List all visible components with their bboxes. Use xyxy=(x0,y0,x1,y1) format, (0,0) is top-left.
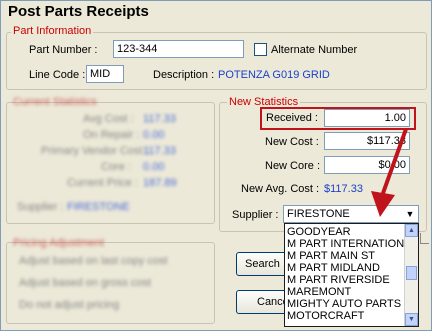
list-item[interactable]: M PART MIDLAND xyxy=(287,263,380,274)
post-parts-receipts-window: Post Parts Receipts Part Information Par… xyxy=(0,0,432,331)
list-item[interactable]: M PART MAIN ST xyxy=(287,251,375,262)
list-item[interactable]: MOTORCRAFT xyxy=(287,311,364,322)
list-item[interactable]: M PART INTERNATION xyxy=(287,239,404,250)
list-item[interactable]: MIGHTY AUTO PARTS xyxy=(287,299,401,310)
scroll-up-icon[interactable]: ▲ xyxy=(405,224,418,237)
list-item[interactable]: GOODYEAR xyxy=(287,227,351,238)
dropdown-scrollbar[interactable]: ▲ ▼ xyxy=(404,224,418,326)
arrow-head xyxy=(371,191,395,217)
arrow-shaft xyxy=(380,128,408,197)
scroll-down-icon[interactable]: ▼ xyxy=(405,313,418,326)
list-item[interactable]: M PART RIVERSIDE xyxy=(287,275,390,286)
scroll-thumb[interactable] xyxy=(406,266,417,280)
list-item[interactable]: MAREMONT xyxy=(287,287,351,298)
supplier-dropdown-list[interactable]: GOODYEAR M PART INTERNATION M PART MAIN … xyxy=(284,223,419,327)
